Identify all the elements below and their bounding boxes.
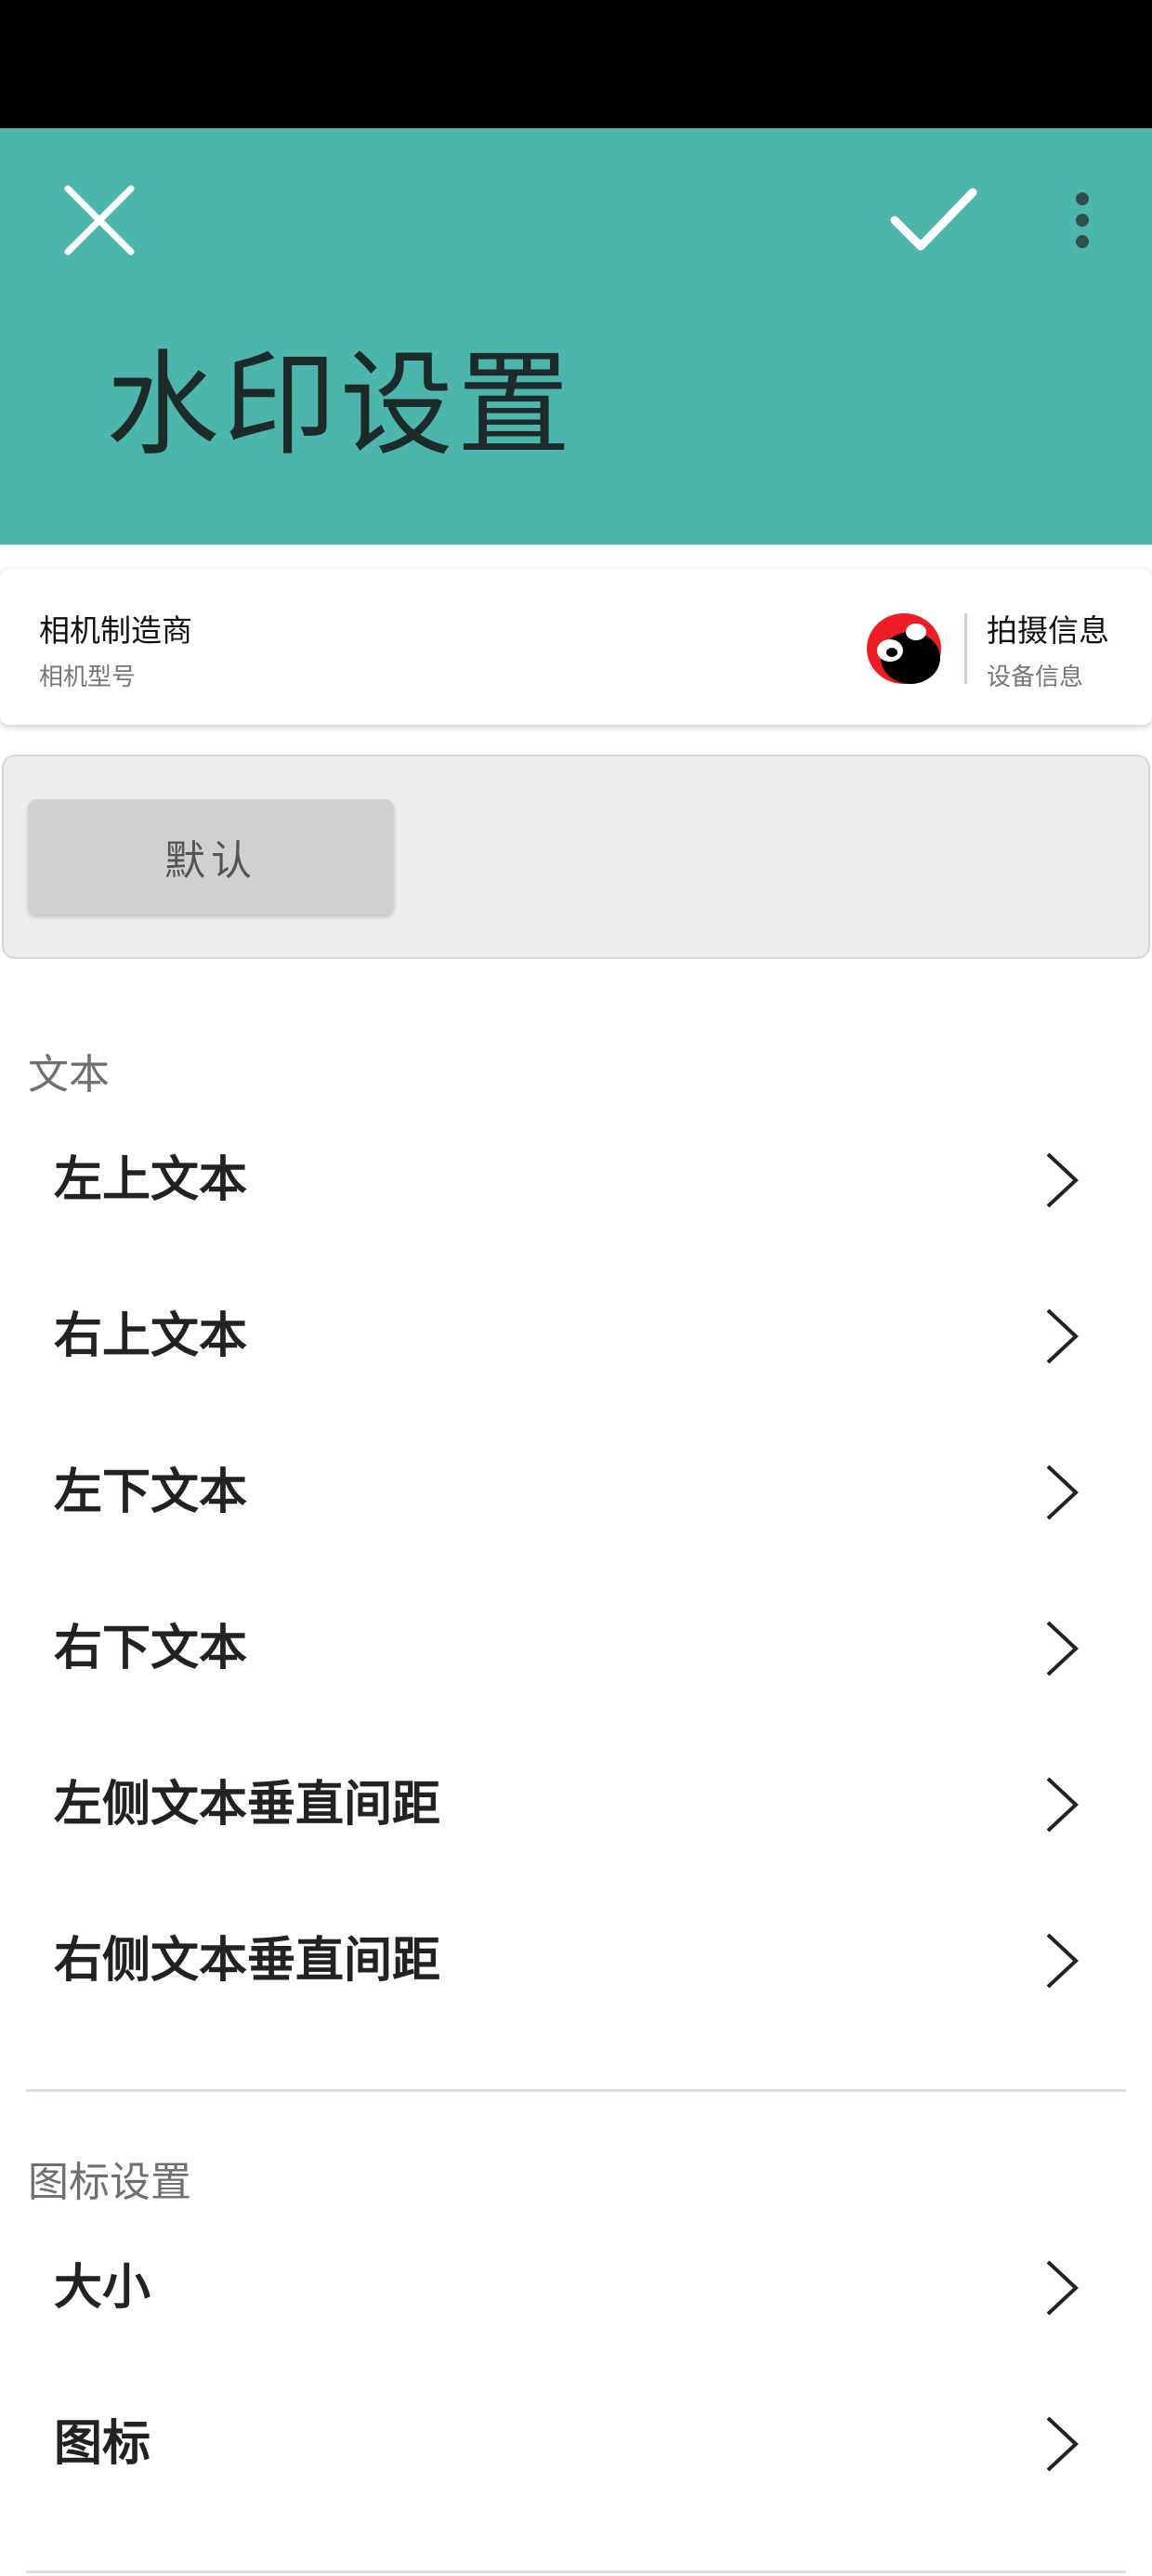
pref-icon-size[interactable]: 大小 <box>0 2210 1152 2366</box>
preview-divider <box>964 613 967 684</box>
close-button[interactable] <box>39 160 160 281</box>
device-info-text: 设备信息 <box>987 664 1084 691</box>
chevron-right-icon <box>1046 2260 1079 2316</box>
check-icon <box>890 188 977 251</box>
pref-label: 左下文本 <box>54 1465 248 1520</box>
preset-panel: 默认 <box>2 755 1150 959</box>
pref-bottom-right-text[interactable]: 右下文本 <box>0 1571 1152 1727</box>
more-options-button[interactable] <box>1031 160 1133 281</box>
page-title: 水印设置 <box>106 339 574 471</box>
camera-model-text: 相机型号 <box>39 664 137 691</box>
chevron-right-icon <box>1046 1465 1079 1520</box>
close-icon <box>64 185 135 256</box>
camera-make-text: 相机制造商 <box>39 612 192 649</box>
pref-label: 左上文本 <box>54 1152 248 1208</box>
section-divider <box>26 2089 1126 2092</box>
pref-top-right-text[interactable]: 右上文本 <box>0 1258 1152 1414</box>
watermark-preview: 相机制造商 相机型号 拍摄信息 设备信息 <box>0 569 1152 725</box>
pref-label: 大小 <box>54 2260 151 2316</box>
shot-info-text: 拍摄信息 <box>987 612 1109 649</box>
icon-section-header: 图标设置 <box>28 2159 191 2206</box>
more-vertical-icon <box>1076 192 1089 248</box>
chevron-right-icon <box>1046 1933 1079 1989</box>
pref-label: 左侧文本垂直间距 <box>54 1777 441 1833</box>
pref-top-left-text[interactable]: 左上文本 <box>0 1102 1152 1258</box>
pref-label: 右上文本 <box>54 1308 248 1364</box>
confirm-button[interactable] <box>873 160 994 281</box>
app-bar: 水印设置 <box>0 128 1152 545</box>
pref-right-text-vertical-spacing[interactable]: 右侧文本垂直间距 <box>0 1883 1152 2039</box>
brand-logo-icon <box>867 613 941 684</box>
chevron-right-icon <box>1046 2416 1079 2472</box>
pref-label: 右侧文本垂直间距 <box>54 1933 441 1989</box>
chevron-right-icon <box>1046 1621 1079 1676</box>
status-bar <box>0 0 1152 128</box>
section-divider <box>26 2570 1126 2573</box>
default-preset-button[interactable]: 默认 <box>28 799 394 914</box>
pref-icon-select[interactable]: 图标 <box>0 2366 1152 2522</box>
chevron-right-icon <box>1046 1777 1079 1833</box>
pref-label: 右下文本 <box>54 1621 248 1676</box>
watermark-settings-page: 水印设置 相机制造商 相机型号 拍摄信息 设备信息 默认 文本 左上文本 右上文… <box>0 0 1152 2576</box>
text-section-header: 文本 <box>28 1051 110 1098</box>
chevron-right-icon <box>1046 1152 1079 1208</box>
pref-label: 图标 <box>54 2416 151 2472</box>
pref-left-text-vertical-spacing[interactable]: 左侧文本垂直间距 <box>0 1727 1152 1883</box>
pref-bottom-left-text[interactable]: 左下文本 <box>0 1414 1152 1571</box>
chevron-right-icon <box>1046 1308 1079 1364</box>
